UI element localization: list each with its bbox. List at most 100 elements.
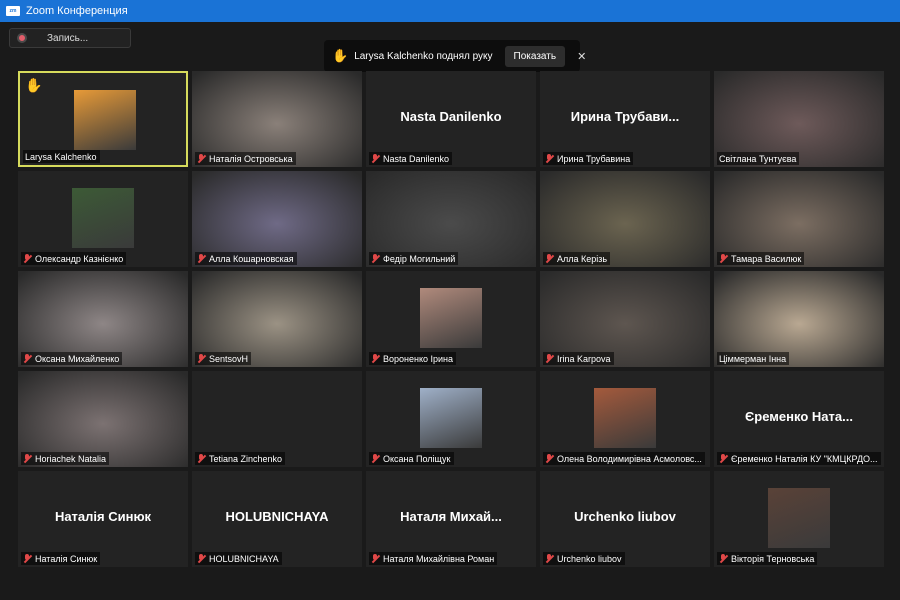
participant-tile[interactable]: SentsovH xyxy=(192,271,362,367)
zoom-logo-icon: zm xyxy=(6,6,20,16)
participant-tile[interactable]: Irina Karpova xyxy=(540,271,710,367)
participant-tile[interactable]: Urchenko liubov Urchenko liubov xyxy=(540,471,710,567)
participant-video xyxy=(420,288,482,348)
participant-display-name: Nasta Danilenko xyxy=(400,109,502,124)
participant-name: Наталія Островська xyxy=(209,153,293,164)
participant-name-label: Алла Керізь xyxy=(543,252,611,265)
record-label: Запись... xyxy=(47,32,89,44)
participant-tile[interactable]: Вороненко Ірина xyxy=(366,271,536,367)
mic-muted-icon xyxy=(545,453,554,464)
participant-name-label: Оксана Поліщук xyxy=(369,452,454,465)
participant-name: Алла Керізь xyxy=(557,253,608,264)
participant-name-label: Оксана Михайленко xyxy=(21,352,123,365)
participant-name-label: Urchenko liubov xyxy=(543,552,625,565)
participant-name: Єременко Наталія КУ "КМЦКРДО... xyxy=(731,453,878,464)
mic-muted-icon xyxy=(719,553,728,564)
participant-tile[interactable]: Horiachek Natalia xyxy=(18,371,188,467)
participant-name: Оксана Михайленко xyxy=(35,353,120,364)
participant-tile[interactable]: ✋ Larysa Kalchenko xyxy=(18,71,188,167)
mic-muted-icon xyxy=(23,553,32,564)
participant-name-label: Вороненко Ірина xyxy=(369,352,457,365)
participant-name-label: Horiachek Natalia xyxy=(21,452,110,465)
participant-name: Наталія Синюк xyxy=(35,553,98,564)
participant-tile[interactable]: Наталія Островська xyxy=(192,71,362,167)
participant-tile[interactable]: Наталя Михай... Наталя Михайлівна Роман xyxy=(366,471,536,567)
participant-tile[interactable]: Оксана Поліщук xyxy=(366,371,536,467)
participant-video xyxy=(594,388,656,448)
participant-name-label: Irina Karpova xyxy=(543,352,614,365)
participant-name-label: Ціммерман Інна xyxy=(717,352,790,365)
participant-tile[interactable]: Єременко Ната... Єременко Наталія КУ "КМЦ… xyxy=(714,371,884,467)
close-icon[interactable]: ✕ xyxy=(577,50,586,63)
participant-name-label: Олена Володимирівна Асмоловс... xyxy=(543,452,705,465)
window-title: Zoom Конференция xyxy=(26,5,128,17)
participant-name: Ирина Трубавина xyxy=(557,153,631,164)
mic-muted-icon xyxy=(371,453,380,464)
participant-name: Світлана Тунтуєва xyxy=(719,153,797,164)
mic-muted-icon xyxy=(197,553,206,564)
participant-name-label: Наталя Михайлівна Роман xyxy=(369,552,498,565)
mic-muted-icon xyxy=(23,353,32,364)
participant-name: Urchenko liubov xyxy=(557,553,622,564)
participant-tile[interactable]: Оксана Михайленко xyxy=(18,271,188,367)
participant-tile[interactable]: Алла Керізь xyxy=(540,171,710,267)
participant-name-label: Олександр Казнієнко xyxy=(21,252,127,265)
participant-name-label: Nasta Danilenko xyxy=(369,152,453,165)
participant-video xyxy=(768,488,830,548)
participant-name-label: Світлана Тунтуєва xyxy=(717,152,800,165)
participant-tile[interactable]: Алла Кошарновская xyxy=(192,171,362,267)
mic-muted-icon xyxy=(197,153,206,164)
mic-muted-icon xyxy=(719,253,728,264)
participant-name: Федір Могильний xyxy=(383,253,456,264)
participant-name: HOLUBNICHAYA xyxy=(209,553,279,564)
mic-muted-icon xyxy=(545,153,554,164)
participant-display-name: Наталя Михай... xyxy=(400,509,502,524)
participant-tile[interactable]: Олена Володимирівна Асмоловс... xyxy=(540,371,710,467)
raise-hand-notification: ✋ Larysa Kalchenko поднял руку Показать … xyxy=(324,40,586,72)
participant-name-label: Федір Могильний xyxy=(369,252,459,265)
participant-name-label: Наталія Островська xyxy=(195,152,296,165)
participant-tile[interactable]: Олександр Казнієнко xyxy=(18,171,188,267)
mic-muted-icon xyxy=(197,253,206,264)
participant-name: Наталя Михайлівна Роман xyxy=(383,553,495,564)
participant-tile[interactable]: Tetiana Zinchenko xyxy=(192,371,362,467)
participant-name-label: Тамара Василюк xyxy=(717,252,805,265)
participant-tile[interactable]: Федір Могильний xyxy=(366,171,536,267)
notification-text: Larysa Kalchenko поднял руку xyxy=(354,50,493,62)
mic-muted-icon xyxy=(545,353,554,364)
show-button[interactable]: Показать xyxy=(504,45,566,67)
participant-name-label: Вікторія Терновська xyxy=(717,552,818,565)
record-button[interactable]: Запись... xyxy=(9,28,131,48)
participant-tile[interactable]: HOLUBNICHAYA HOLUBNICHAYA xyxy=(192,471,362,567)
participant-name: Horiachek Natalia xyxy=(35,453,107,464)
title-bar: zm Zoom Конференция xyxy=(0,0,900,22)
participant-display-name: HOLUBNICHAYA xyxy=(225,509,329,524)
mic-muted-icon xyxy=(197,453,206,464)
participant-name: Вороненко Ірина xyxy=(383,353,454,364)
participant-name-label: Tetiana Zinchenko xyxy=(195,452,286,465)
participant-name: Тамара Василюк xyxy=(731,253,802,264)
participant-tile[interactable]: Вікторія Терновська xyxy=(714,471,884,567)
participant-name: SentsovH xyxy=(209,353,249,364)
participant-name-label: Єременко Наталія КУ "КМЦКРДО... xyxy=(717,452,881,465)
participant-name: Оксана Поліщук xyxy=(383,453,451,464)
participant-tile[interactable]: Ціммерман Інна xyxy=(714,271,884,367)
participant-tile[interactable]: Тамара Василюк xyxy=(714,171,884,267)
participant-video xyxy=(72,188,134,248)
participant-tile[interactable]: Світлана Тунтуєва xyxy=(714,71,884,167)
mic-muted-icon xyxy=(371,353,380,364)
participant-tile[interactable]: Nasta Danilenko Nasta Danilenko xyxy=(366,71,536,167)
participant-tile[interactable]: Наталія Синюк Наталія Синюк xyxy=(18,471,188,567)
participant-name: Larysa Kalchenko xyxy=(25,151,97,162)
participant-name-label: Наталія Синюк xyxy=(21,552,101,565)
mic-muted-icon xyxy=(545,553,554,564)
participant-name: Олена Володимирівна Асмоловс... xyxy=(557,453,702,464)
mic-muted-icon xyxy=(371,153,380,164)
participant-display-name: Єременко Ната... xyxy=(745,409,853,424)
mic-muted-icon xyxy=(197,353,206,364)
participant-video xyxy=(74,90,136,150)
participant-name: Irina Karpova xyxy=(557,353,611,364)
participant-name: Ціммерман Інна xyxy=(719,353,787,364)
participant-tile[interactable]: Ирина Трубави... Ирина Трубавина xyxy=(540,71,710,167)
mic-muted-icon xyxy=(23,253,32,264)
